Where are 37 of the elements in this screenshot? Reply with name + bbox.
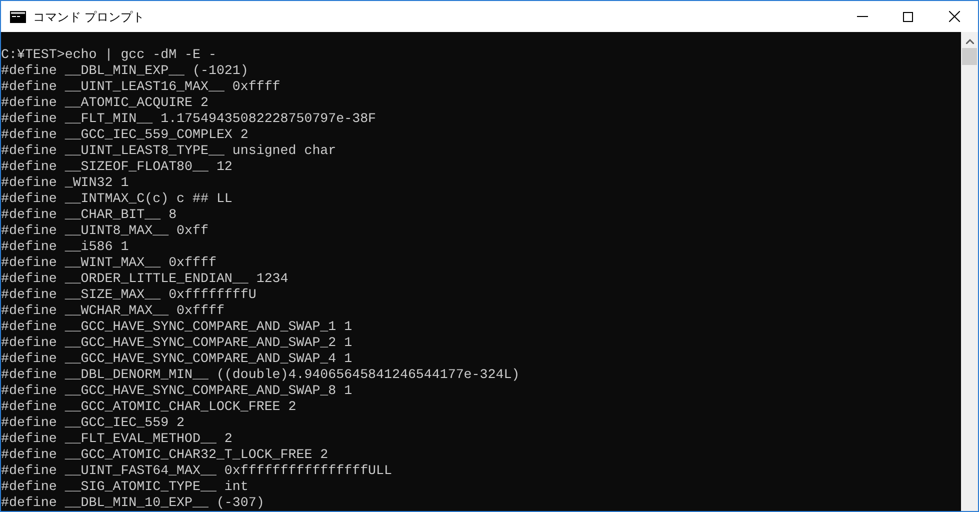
console-line: #define __UINT8_MAX__ 0xff [1, 223, 210, 239]
console-line: #define __FLT_EVAL_METHOD__ 2 [1, 431, 234, 447]
scrollbar-thumb[interactable] [962, 48, 977, 65]
maximize-icon [903, 12, 913, 22]
minimize-icon [856, 16, 868, 17]
console-line: #define __GCC_HAVE_SYNC_COMPARE_AND_SWAP_2 1 [1, 335, 354, 351]
console-line: #define __GCC_IEC_559 2 [1, 415, 186, 431]
console-line: #define __SIZEOF_FLOAT80__ 12 [1, 159, 234, 175]
console-line: #define __SIZE_MAX__ 0xffffffffU [1, 287, 258, 303]
console-line: #define __GCC_HAVE_SYNC_COMPARE_AND_SWAP_1 1 [1, 319, 354, 335]
console-line: C:¥TEST>echo | gcc -dM -E - [1, 47, 218, 63]
console-line: #define __DBL_MIN_10_EXP__ (-307) [1, 495, 266, 511]
scroll-up-icon[interactable] [966, 39, 974, 44]
console-line: #define __CHAR_BIT__ 8 [1, 207, 178, 223]
scrollbar[interactable] [961, 32, 978, 511]
console-line: #define __ORDER_LITTLE_ENDIAN__ 1234 [1, 271, 290, 287]
console-line: #define __GCC_IEC_559_COMPLEX 2 [1, 127, 250, 143]
console-line: #define __WCHAR_MAX__ 0xffff [1, 303, 226, 319]
console-line: #define __SIG_ATOMIC_TYPE__ int [1, 479, 250, 495]
console-line: #define __WINT_MAX__ 0xffff [1, 255, 218, 271]
console-line: #define __FLT_MIN__ 1.17549435082228750797e-38F [1, 111, 378, 127]
window-title: コマンド プロンプト [33, 8, 144, 26]
close-icon [948, 11, 960, 22]
console-line: #define __UINT_LEAST8_TYPE__ unsigned char [1, 143, 338, 159]
console-line: #define __GCC_HAVE_SYNC_COMPARE_AND_SWAP_4 1 [1, 351, 354, 367]
console-line: #define __ATOMIC_ACQUIRE 2 [1, 95, 210, 111]
console-line: #define __UINT_LEAST16_MAX__ 0xffff [1, 79, 282, 95]
console-line: #define __INTMAX_C(c) c ## LL [1, 191, 234, 207]
console-app-icon [10, 10, 26, 22]
console-line: #define __UINT_FAST64_MAX__ 0xffffffffffffffffULL [1, 463, 393, 479]
console-line: #define __GCC_HAVE_SYNC_COMPARE_AND_SWAP_8 1 [1, 383, 354, 399]
console-line: #define __GCC_ATOMIC_CHAR32_T_LOCK_FREE 2 [1, 447, 330, 463]
console-line: #define __GCC_ATOMIC_CHAR_LOCK_FREE 2 [1, 399, 298, 415]
console-line: #define _WIN32 1 [1, 175, 130, 191]
console-line: #define __DBL_MIN_EXP__ (-1021) [1, 63, 250, 79]
console-line: #define __i586 1 [1, 239, 130, 255]
console-line: #define __DBL_DENORM_MIN__ ((double)4.94065645841246544177e-324L) [1, 367, 521, 383]
